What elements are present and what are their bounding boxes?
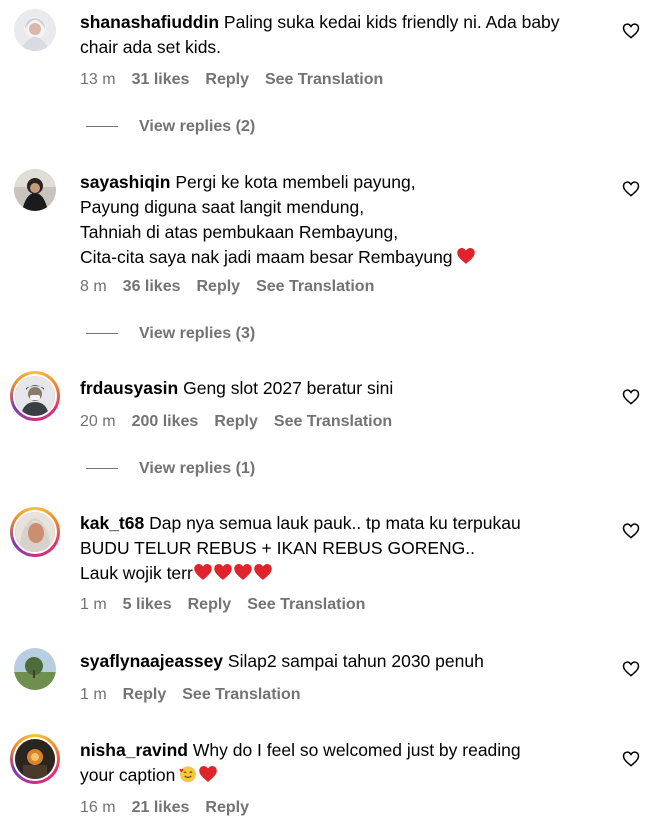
divider: [86, 468, 118, 470]
view-replies-button[interactable]: View replies (1): [86, 460, 255, 478]
comment-line: Tahniah di atas pembukaan Rembayung,: [80, 222, 399, 242]
red-heart-emoji: [234, 564, 252, 580]
comment-meta: 16 m 21 likes Reply: [80, 799, 265, 817]
heart-outline-icon[interactable]: [622, 180, 640, 197]
comment-line: Lauk wojik terr: [80, 563, 193, 583]
comment-text: nisha_ravind Why do I feel so welcomed j…: [80, 738, 610, 788]
timestamp: 8 m: [80, 278, 107, 295]
username[interactable]: sayashiqin: [80, 172, 170, 192]
reply-button[interactable]: Reply: [205, 799, 249, 816]
comment-text: sayashiqin Pergi ke kota membeli payung,…: [80, 170, 610, 270]
timestamp: 1 m: [80, 686, 107, 703]
comment-line: Geng slot 2027 beratur sini: [183, 378, 394, 398]
comment-line: Payung diguna saat langit mendung,: [80, 197, 365, 217]
reply-button[interactable]: Reply: [214, 413, 258, 430]
view-replies-label: View replies (1): [139, 460, 256, 477]
see-translation-button[interactable]: See Translation: [265, 71, 383, 88]
comment-line: Why do I feel so welcomed just by readin…: [192, 740, 521, 760]
see-translation-button[interactable]: See Translation: [247, 596, 365, 613]
timestamp: 16 m: [80, 799, 116, 816]
comment-line: Dap nya semua lauk pauk.. tp mata ku ter…: [149, 513, 521, 533]
comment-meta: 8 m 36 likes Reply See Translation: [80, 278, 390, 296]
see-translation-button[interactable]: See Translation: [182, 686, 300, 703]
comment-text: kak_t68 Dap nya semua lauk pauk.. tp mat…: [80, 511, 610, 586]
likes-count[interactable]: 5 likes: [123, 596, 172, 613]
divider: [86, 333, 118, 335]
username[interactable]: shanashafiuddin: [80, 12, 219, 32]
comment-line: Paling suka kedai kids friendly ni. Ada …: [223, 12, 560, 32]
comment-text: syaflynaajeassey Silap2 sampai tahun 203…: [80, 649, 610, 674]
comment-meta: 20 m 200 likes Reply See Translation: [80, 413, 408, 431]
heart-outline-icon[interactable]: [622, 388, 640, 405]
comment-line: Pergi ke kota membeli payung,: [175, 172, 416, 192]
reply-button[interactable]: Reply: [188, 596, 232, 613]
comment-line: your caption: [80, 765, 176, 785]
username[interactable]: kak_t68: [80, 513, 144, 533]
heart-outline-icon[interactable]: [622, 660, 640, 677]
comment-line: BUDU TELUR REBUS + IKAN REBUS GORENG..: [80, 538, 475, 558]
comment-text: frdausyasin Geng slot 2027 beratur sini: [80, 376, 610, 401]
username[interactable]: frdausyasin: [80, 378, 178, 398]
reply-button[interactable]: Reply: [197, 278, 241, 295]
heart-outline-icon[interactable]: [622, 22, 640, 39]
comment-line: chair ada set kids.: [80, 37, 222, 57]
likes-count[interactable]: 200 likes: [132, 413, 199, 430]
timestamp: 13 m: [80, 71, 116, 88]
comment-text: shanashafiuddin Paling suka kedai kids f…: [80, 10, 610, 60]
see-translation-button[interactable]: See Translation: [256, 278, 374, 295]
username[interactable]: syaflynaajeassey: [80, 651, 223, 671]
likes-count[interactable]: 21 likes: [132, 799, 190, 816]
view-replies-button[interactable]: View replies (2): [86, 118, 255, 136]
timestamp: 20 m: [80, 413, 116, 430]
red-heart-emoji: [214, 564, 232, 580]
red-heart-emoji: [199, 766, 218, 782]
comment-meta: 1 m 5 likes Reply See Translation: [80, 596, 381, 614]
comment-meta: 13 m 31 likes Reply See Translation: [80, 71, 399, 89]
view-replies-label: View replies (3): [139, 325, 256, 342]
comment-line: Silap2 sampai tahun 2030 penuh: [227, 651, 484, 671]
divider: [86, 126, 118, 128]
avatar[interactable]: [14, 648, 56, 690]
heart-outline-icon[interactable]: [622, 522, 640, 539]
avatar[interactable]: [14, 9, 56, 51]
avatar-story-ring[interactable]: [10, 507, 60, 557]
red-heart-emoji: [456, 248, 475, 264]
likes-count[interactable]: 31 likes: [132, 71, 190, 88]
see-translation-button[interactable]: See Translation: [274, 413, 392, 430]
likes-count[interactable]: 36 likes: [123, 278, 181, 295]
reply-button[interactable]: Reply: [123, 686, 167, 703]
smiling-face-with-hearts-emoji: [179, 766, 197, 783]
username[interactable]: nisha_ravind: [80, 740, 188, 760]
red-heart-emoji: [254, 564, 272, 580]
view-replies-button[interactable]: View replies (3): [86, 325, 255, 343]
red-heart-emoji: [194, 564, 212, 580]
avatar-story-ring[interactable]: [10, 734, 60, 784]
heart-outline-icon[interactable]: [622, 750, 640, 767]
avatar[interactable]: [14, 169, 56, 211]
avatar-story-ring[interactable]: [10, 371, 60, 421]
comment-meta: 1 m Reply See Translation: [80, 686, 317, 704]
view-replies-label: View replies (2): [139, 118, 256, 135]
timestamp: 1 m: [80, 596, 107, 613]
reply-button[interactable]: Reply: [205, 71, 249, 88]
comment-line: Cita-cita saya nak jadi maam besar Remba…: [80, 247, 453, 267]
